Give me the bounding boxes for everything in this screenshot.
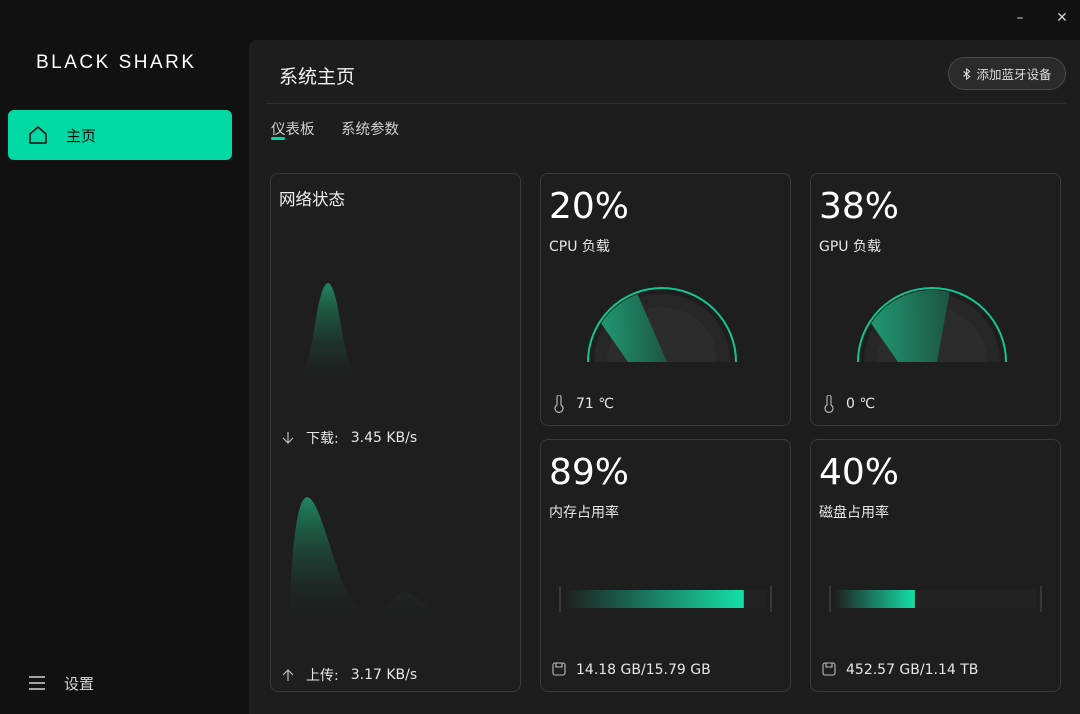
thermometer-icon: [821, 395, 837, 413]
page-title: 系统主页: [279, 66, 356, 88]
thermometer-icon: [551, 395, 567, 413]
upload-row: 上传: 3.17 KB/s: [281, 665, 417, 685]
disk-usage-card: 40% 磁盘占用率 452.57 GB/1.14 TB: [810, 439, 1061, 692]
cpu-temp: 71 ℃: [576, 396, 614, 412]
gpu-label: GPU 负载: [819, 239, 881, 255]
sidebar-item-settings[interactable]: 设置: [28, 670, 94, 696]
disk-value: 40%: [819, 452, 900, 493]
cpu-value: 20%: [549, 186, 630, 227]
close-button[interactable]: ✕: [1048, 4, 1076, 32]
brand-logo: BLACK SHARK: [36, 52, 197, 73]
arrow-down-icon: [281, 431, 295, 445]
sidebar-item-home[interactable]: 主页: [8, 110, 232, 160]
gpu-temp-row: 0 ℃: [821, 395, 875, 413]
main-panel: 系统主页 添加蓝牙设备 仪表板 系统参数 网络状态 下载: 3.45 KB/s …: [249, 40, 1080, 714]
sidebar-item-label: 主页: [66, 126, 97, 145]
cpu-load-card: 20% CPU 负载 71 ℃: [540, 173, 791, 426]
tab-system-params[interactable]: 系统参数: [341, 118, 399, 139]
menu-icon: [28, 674, 46, 692]
storage-icon: [551, 661, 567, 679]
network-status-card: 网络状态 下载: 3.45 KB/s 上传: 3.17 KB/s: [270, 173, 521, 692]
upload-label: 上传:: [306, 668, 339, 684]
memory-usage: 14.18 GB/15.79 GB: [576, 662, 711, 678]
network-title: 网络状态: [279, 190, 345, 209]
add-bluetooth-button[interactable]: 添加蓝牙设备: [948, 57, 1066, 90]
cpu-label: CPU 负载: [549, 239, 610, 255]
memory-label: 内存占用率: [549, 505, 619, 521]
memory-value: 89%: [549, 452, 630, 493]
sidebar-item-label: 设置: [64, 674, 95, 693]
gpu-temp: 0 ℃: [846, 396, 876, 412]
download-row: 下载: 3.45 KB/s: [281, 428, 417, 448]
cpu-temp-row: 71 ℃: [551, 395, 614, 413]
minimize-button[interactable]: –: [1006, 4, 1034, 32]
download-value: 3.45 KB/s: [350, 430, 418, 446]
disk-label: 磁盘占用率: [819, 505, 889, 521]
upload-value: 3.17 KB/s: [350, 667, 418, 683]
sidebar: BLACK SHARK 主页 设置: [0, 0, 248, 714]
tab-dashboard[interactable]: 仪表板: [271, 118, 315, 139]
memory-usage-card: 89% 内存占用率 14.18 GB/15.79 GB: [540, 439, 791, 692]
active-tab-indicator: [271, 137, 285, 140]
gpu-value: 38%: [819, 186, 900, 227]
disk-usage: 452.57 GB/1.14 TB: [846, 662, 979, 678]
disk-usage-row: 452.57 GB/1.14 TB: [821, 661, 978, 679]
arrow-up-icon: [281, 668, 295, 682]
memory-usage-row: 14.18 GB/15.79 GB: [551, 661, 711, 679]
add-bluetooth-label: 添加蓝牙设备: [976, 67, 1052, 82]
bluetooth-icon: [962, 67, 972, 80]
gpu-load-card: 38% GPU 负载 0 ℃: [810, 173, 1061, 426]
download-label: 下载:: [306, 431, 339, 447]
header-divider: [266, 103, 1066, 104]
home-icon: [28, 125, 48, 145]
storage-icon: [821, 661, 837, 679]
